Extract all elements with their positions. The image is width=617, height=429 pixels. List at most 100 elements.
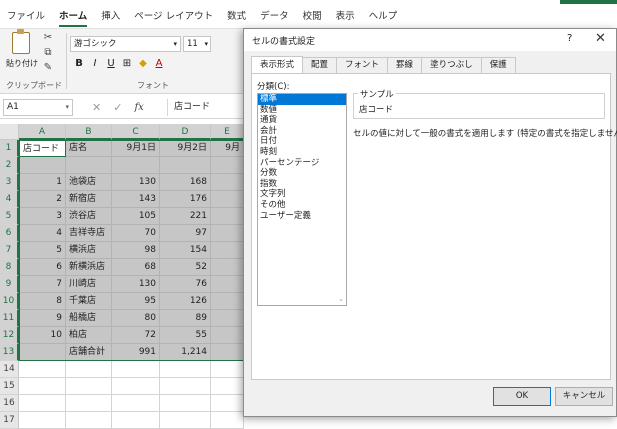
- scroll-down-icon[interactable]: ⌄: [338, 295, 344, 303]
- tab-fill[interactable]: 塗りつぶし: [421, 57, 482, 73]
- cell-e5[interactable]: [211, 208, 244, 225]
- cell-e8[interactable]: [211, 259, 244, 276]
- cell-d4[interactable]: 176: [160, 191, 211, 208]
- fill-color-icon[interactable]: ◆: [138, 58, 148, 69]
- cell-b15[interactable]: [66, 378, 112, 395]
- row-header[interactable]: 2: [0, 157, 19, 174]
- cell-a10[interactable]: 8: [19, 293, 66, 310]
- cell-b16[interactable]: [66, 395, 112, 412]
- cell-d5[interactable]: 221: [160, 208, 211, 225]
- underline-button[interactable]: U: [106, 58, 116, 69]
- borders-icon[interactable]: ⊞: [122, 58, 132, 69]
- formula-input[interactable]: 店コード: [167, 99, 247, 116]
- tab-page-layout[interactable]: ページ レイアウト: [127, 6, 220, 28]
- cell-c12[interactable]: 72: [112, 327, 160, 344]
- cell-e13[interactable]: [211, 344, 244, 361]
- cell-b12[interactable]: 柏店: [66, 327, 112, 344]
- cell-c8[interactable]: 68: [112, 259, 160, 276]
- cell-a14[interactable]: [19, 361, 66, 378]
- paste-button[interactable]: 貼り付け: [6, 29, 38, 77]
- enter-icon[interactable]: ✓: [113, 101, 122, 114]
- select-all-corner[interactable]: [0, 124, 19, 140]
- category-item-accounting[interactable]: 会計: [258, 126, 346, 137]
- category-item-date[interactable]: 日付: [258, 136, 346, 147]
- cell-c10[interactable]: 95: [112, 293, 160, 310]
- tab-view[interactable]: 表示: [329, 6, 362, 28]
- cell-d2[interactable]: [160, 157, 211, 174]
- cell-b8[interactable]: 新横浜店: [66, 259, 112, 276]
- italic-button[interactable]: I: [90, 58, 100, 69]
- copy-icon[interactable]: ⧉: [38, 47, 58, 62]
- cell-c3[interactable]: 130: [112, 174, 160, 191]
- cell-e16[interactable]: [211, 395, 244, 412]
- category-item-scientific[interactable]: 指数: [258, 179, 346, 190]
- tab-home[interactable]: ホーム: [52, 6, 94, 28]
- cell-a15[interactable]: [19, 378, 66, 395]
- help-button[interactable]: ?: [567, 33, 572, 44]
- row-header[interactable]: 17: [0, 412, 19, 429]
- cell-b10[interactable]: 千葉店: [66, 293, 112, 310]
- cell-b2[interactable]: [66, 157, 112, 174]
- cell-c15[interactable]: [112, 378, 160, 395]
- cell-e9[interactable]: [211, 276, 244, 293]
- cell-a3[interactable]: 1: [19, 174, 66, 191]
- row-header[interactable]: 16: [0, 395, 19, 412]
- cell-d13[interactable]: 1,214: [160, 344, 211, 361]
- tab-border[interactable]: 罫線: [387, 57, 423, 73]
- cell-d3[interactable]: 168: [160, 174, 211, 191]
- column-header-e[interactable]: E: [211, 124, 244, 140]
- cell-c16[interactable]: [112, 395, 160, 412]
- insert-function-icon[interactable]: fx: [134, 102, 143, 113]
- cell-a17[interactable]: [19, 412, 66, 429]
- cell-d8[interactable]: 52: [160, 259, 211, 276]
- tab-file[interactable]: ファイル: [0, 6, 52, 28]
- category-item-currency[interactable]: 通貨: [258, 115, 346, 126]
- cell-a6[interactable]: 4: [19, 225, 66, 242]
- cell-c6[interactable]: 70: [112, 225, 160, 242]
- cell-d10[interactable]: 126: [160, 293, 211, 310]
- cell-d7[interactable]: 154: [160, 242, 211, 259]
- ok-button[interactable]: OK: [493, 387, 551, 406]
- format-painter-icon[interactable]: ✎: [38, 62, 58, 77]
- cell-d1[interactable]: 9月2日: [160, 140, 211, 157]
- name-box[interactable]: A1 ▾: [3, 99, 73, 116]
- cell-b5[interactable]: 渋谷店: [66, 208, 112, 225]
- cell-a12[interactable]: 10: [19, 327, 66, 344]
- row-header[interactable]: 12: [0, 327, 19, 344]
- cell-a9[interactable]: 7: [19, 276, 66, 293]
- cell-a4[interactable]: 2: [19, 191, 66, 208]
- row-header[interactable]: 14: [0, 361, 19, 378]
- cell-a16[interactable]: [19, 395, 66, 412]
- cell-d14[interactable]: [160, 361, 211, 378]
- cell-d11[interactable]: 89: [160, 310, 211, 327]
- category-item-fraction[interactable]: 分数: [258, 168, 346, 179]
- tab-data[interactable]: データ: [253, 6, 296, 28]
- cell-e11[interactable]: [211, 310, 244, 327]
- cell-a11[interactable]: 9: [19, 310, 66, 327]
- row-header[interactable]: 6: [0, 225, 19, 242]
- tab-protection[interactable]: 保護: [480, 57, 516, 73]
- cell-a13[interactable]: [19, 344, 66, 361]
- category-item-time[interactable]: 時刻: [258, 147, 346, 158]
- cell-a5[interactable]: 3: [19, 208, 66, 225]
- cell-e17[interactable]: [211, 412, 244, 429]
- cell-c17[interactable]: [112, 412, 160, 429]
- cell-e2[interactable]: [211, 157, 244, 174]
- cell-e4[interactable]: [211, 191, 244, 208]
- cell-b6[interactable]: 吉祥寺店: [66, 225, 112, 242]
- cell-e12[interactable]: [211, 327, 244, 344]
- cell-c5[interactable]: 105: [112, 208, 160, 225]
- cell-e7[interactable]: [211, 242, 244, 259]
- tab-help[interactable]: ヘルプ: [362, 6, 405, 28]
- cell-e10[interactable]: [211, 293, 244, 310]
- row-header[interactable]: 1: [0, 140, 19, 157]
- category-item-custom[interactable]: ユーザー定義: [258, 211, 346, 222]
- category-item-number[interactable]: 数値: [258, 105, 346, 116]
- cell-d12[interactable]: 55: [160, 327, 211, 344]
- cell-b13[interactable]: 店舗合計: [66, 344, 112, 361]
- cell-e14[interactable]: [211, 361, 244, 378]
- cell-c9[interactable]: 130: [112, 276, 160, 293]
- cancel-button[interactable]: キャンセル: [555, 387, 613, 406]
- font-name-select[interactable]: 游ゴシック ▾: [70, 36, 181, 52]
- cell-e1[interactable]: 9月: [211, 140, 244, 157]
